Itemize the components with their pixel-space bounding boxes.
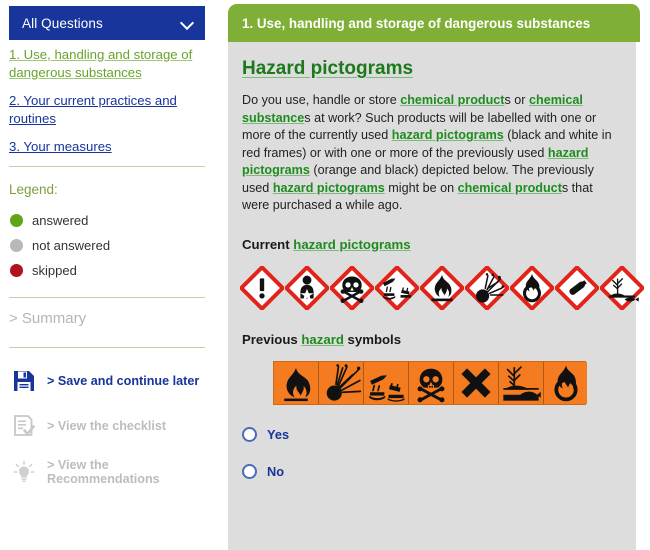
para-text-6: might be on (385, 181, 458, 195)
view-the-recommendations-button[interactable]: > View the Recommendations (12, 458, 222, 486)
answer-option-no[interactable]: No (242, 464, 620, 479)
chevron-down-icon (181, 17, 194, 30)
view-the-recommendations-label: > View the Recommendations (47, 458, 222, 486)
sidebar-item-module-3[interactable]: 3. Your measures (9, 138, 209, 156)
question-filter-dropdown[interactable]: All Questions (9, 6, 205, 40)
legend-dot-not-answered-icon (10, 239, 23, 252)
para-text-2: s or (505, 93, 530, 107)
intro-paragraph: Do you use, handle or store chemical pro… (242, 92, 620, 215)
current-pictograms-heading: Current hazard pictograms (242, 237, 620, 252)
radio-yes-label[interactable]: Yes (267, 427, 289, 442)
previous-symbols-heading: Previous hazard symbols (242, 332, 620, 347)
module-nav-list: 1. Use, handling and storage of dangerou… (9, 46, 209, 167)
glossary-link-hazard-pictograms-1[interactable]: hazard pictograms (392, 128, 504, 142)
ghs-pictogram-row (240, 266, 620, 310)
ghs-pictogram-flame (420, 266, 464, 310)
ghs-pictogram-gas-cylinder (555, 266, 599, 310)
previous-heading-prefix: Previous (242, 332, 301, 347)
main-panel: 1. Use, handling and storage of dangerou… (228, 4, 640, 550)
para-text-1: Do you use, handle or store (242, 93, 400, 107)
ghs-pictogram-corrosion (375, 266, 419, 310)
radio-no[interactable] (242, 464, 257, 479)
previous-heading-suffix: symbols (344, 332, 401, 347)
question-filter-label: All Questions (22, 16, 103, 31)
ghs-pictogram-flame-over-circle (510, 266, 554, 310)
page-title[interactable]: Hazard pictograms (242, 58, 413, 80)
legend-item-answered: answered (10, 213, 88, 228)
legacy-symbol-dangerous-for-environment (499, 362, 544, 404)
legend-item-skipped: skipped (10, 263, 77, 278)
checklist-icon (12, 414, 36, 438)
glossary-link-chemical-product-2[interactable]: chemical product (458, 181, 562, 195)
answer-option-yes[interactable]: Yes (242, 427, 620, 442)
glossary-link-chemical-product-1[interactable]: chemical product (400, 93, 504, 107)
view-the-checklist-button[interactable]: > View the checklist (12, 414, 166, 438)
save-and-continue-later-label: > Save and continue later (47, 374, 199, 388)
legend-item-not-answered: not answered (10, 238, 110, 253)
sidebar-item-module-2[interactable]: 2. Your current practices and routines (9, 92, 209, 127)
legend-dot-skipped-icon (10, 264, 23, 277)
legacy-symbol-oxidising (544, 362, 588, 404)
lightbulb-icon (12, 460, 36, 484)
ghs-pictogram-exploding-bomb (465, 266, 509, 310)
legend-label-skipped: skipped (32, 263, 77, 278)
current-heading-prefix: Current (242, 237, 293, 252)
legacy-symbol-highly-flammable (274, 362, 319, 404)
legacy-symbol-row (273, 361, 586, 405)
ghs-pictogram-exclamation-mark (240, 266, 284, 310)
ghs-pictogram-skull-and-crossbones (330, 266, 374, 310)
radio-yes[interactable] (242, 427, 257, 442)
floppy-disk-icon (12, 369, 36, 393)
legacy-symbol-explosive (319, 362, 364, 404)
divider-below-summary (9, 347, 205, 348)
ghs-pictogram-environment (600, 266, 644, 310)
sidebar-item-module-1[interactable]: 1. Use, handling and storage of dangerou… (9, 46, 209, 81)
glossary-link-hazard-pictograms-3[interactable]: hazard pictograms (273, 181, 385, 195)
view-the-checklist-label: > View the checklist (47, 419, 166, 433)
legend-label-not-answered: not answered (32, 238, 110, 253)
legacy-symbol-harmful-irritant (454, 362, 499, 404)
legend-title: Legend: (9, 182, 58, 197)
save-and-continue-later-button[interactable]: > Save and continue later (12, 369, 199, 393)
module-header-title: 1. Use, handling and storage of dangerou… (242, 16, 590, 31)
legacy-symbol-corrosive (364, 362, 409, 404)
glossary-link-hazard-pictograms-4[interactable]: hazard pictograms (293, 237, 410, 252)
ghs-pictogram-health-hazard (285, 266, 329, 310)
divider-above-legend (9, 166, 205, 167)
legend-label-answered: answered (32, 213, 88, 228)
glossary-link-hazard[interactable]: hazard (301, 332, 344, 347)
radio-no-label[interactable]: No (267, 464, 284, 479)
legacy-symbol-toxic (409, 362, 454, 404)
summary-link[interactable]: > Summary (9, 310, 86, 327)
sidebar: All Questions 1. Use, handling and stora… (0, 0, 222, 550)
divider-above-summary (9, 297, 205, 298)
module-header-bar: 1. Use, handling and storage of dangerou… (228, 4, 640, 42)
legend-dot-answered-icon (10, 214, 23, 227)
question-body: Hazard pictograms Do you use, handle or … (228, 42, 636, 550)
